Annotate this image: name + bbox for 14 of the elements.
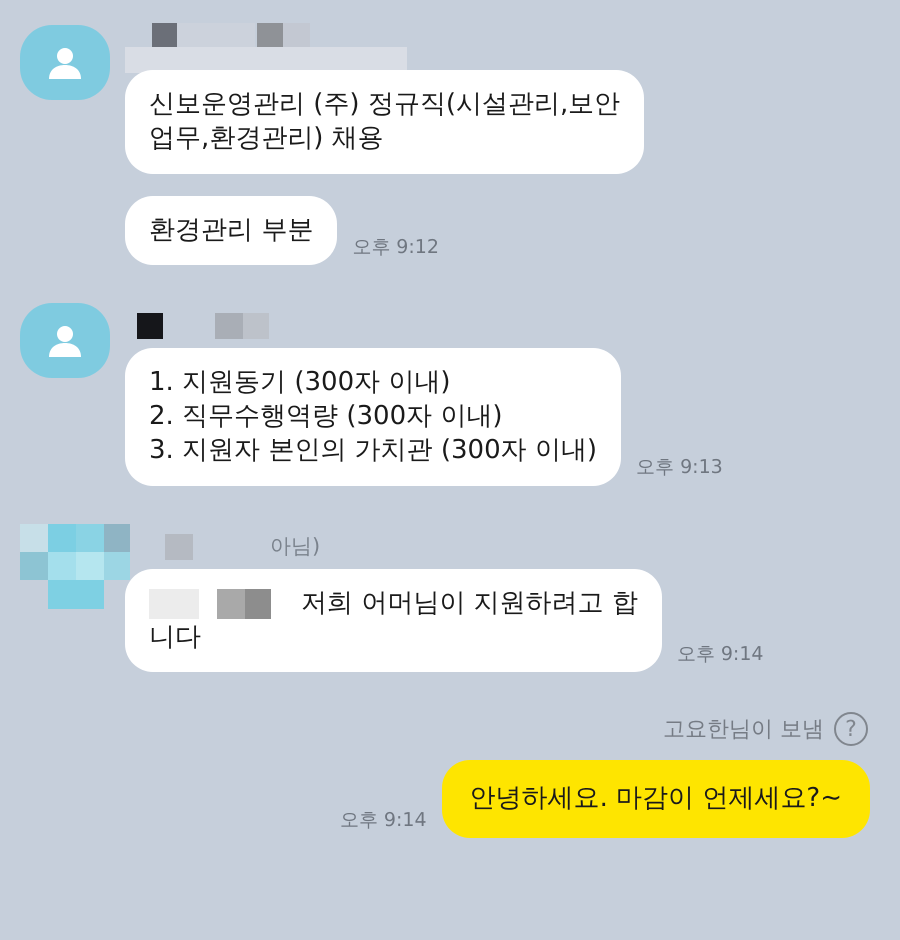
help-button[interactable]: ? <box>834 712 868 746</box>
message-text: 1. 지원동기 (300자 이내) 2. 직무수행역량 (300자 이내) 3. 지원자 본인의 가치관 (300자 이내) <box>149 367 598 465</box>
redacted-name-drawing <box>165 534 193 560</box>
message-text: 환경관리 부분 <box>149 214 314 245</box>
message-time: 오후 9:14 <box>676 642 764 667</box>
message-text: 니다 <box>149 620 202 654</box>
message-time: 오후 9:12 <box>352 234 439 260</box>
message-time: 오후 9:14 <box>340 808 427 833</box>
message-text: 저희 어머님이 지원하려고 합 <box>301 586 638 620</box>
message-time: 오후 9:13 <box>636 455 723 480</box>
sender-name: 아님) <box>270 532 320 560</box>
sender-notice: 고요한님이 보냄 <box>663 716 824 744</box>
message-bubble: 안녕하세요. 마감이 언제세요?~ <box>442 760 870 838</box>
message-text: 신보운영관리 (주) 정규직(시설관리,보안 업무,환경관리) 채용 <box>149 89 620 153</box>
